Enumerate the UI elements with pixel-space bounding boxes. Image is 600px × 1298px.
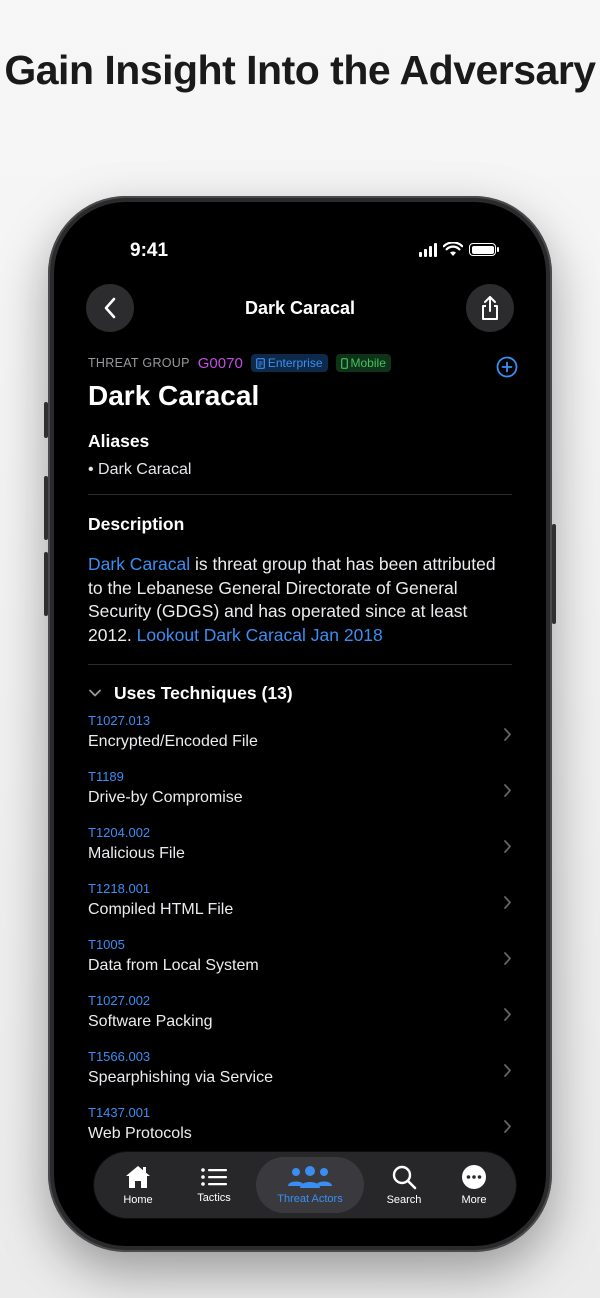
technique-row[interactable]: T1437.001 Web Protocols	[88, 1099, 512, 1155]
technique-id: T1218.001	[88, 881, 151, 896]
tab-search[interactable]: Search	[372, 1152, 436, 1218]
techniques-heading: Uses Techniques (13)	[114, 683, 293, 703]
tab-bar: Home Tactics Threat Actors Search More	[94, 1152, 516, 1218]
people-icon	[288, 1166, 332, 1188]
mobile-badge: Mobile	[335, 354, 391, 372]
technique-name: Software Packing	[88, 1013, 213, 1030]
technique-row[interactable]: T1005 Data from Local System	[88, 931, 512, 987]
cellular-signal-icon	[419, 242, 437, 257]
chevron-right-icon	[504, 1064, 511, 1077]
chevron-right-icon	[504, 896, 511, 909]
screen: 9:41 Dark Caracal THREAT GROUP G0070 Ent…	[54, 202, 546, 1246]
technique-row[interactable]: T1027.013 Encrypted/Encoded File	[88, 707, 512, 763]
phone-icon	[340, 357, 348, 369]
technique-id: T1005	[88, 937, 125, 952]
description-heading: Description	[88, 514, 185, 534]
list-icon	[201, 1168, 227, 1186]
technique-row[interactable]: T1218.001 Compiled HTML File	[88, 875, 512, 931]
technique-name: Spearphishing via Service	[88, 1069, 273, 1086]
search-icon	[392, 1165, 417, 1190]
technique-name: Malicious File	[88, 845, 185, 862]
aliases-heading: Aliases	[88, 431, 150, 451]
status-time: 9:41	[130, 240, 169, 261]
phone-frame: 9:41 Dark Caracal THREAT GROUP G0070 Ent…	[44, 196, 556, 1252]
group-id: G0070	[197, 354, 243, 372]
reference-link[interactable]: Lookout Dark Caracal Jan 2018	[137, 625, 383, 645]
home-icon	[126, 1166, 150, 1188]
chevron-right-icon	[504, 728, 511, 741]
tab-home[interactable]: Home	[106, 1152, 170, 1218]
chevron-right-icon	[504, 784, 511, 797]
group-name: Dark Caracal	[88, 380, 260, 411]
technique-id: T1437.001	[88, 1105, 151, 1120]
share-icon	[482, 296, 498, 320]
chevron-right-icon	[504, 952, 511, 965]
chevron-right-icon	[504, 1120, 511, 1133]
enterprise-badge: Enterprise	[250, 354, 328, 372]
tab-more[interactable]: More	[444, 1152, 504, 1218]
group-type-label: THREAT GROUP	[88, 356, 190, 370]
description-text: Dark Caracal is threat group that has be…	[88, 554, 496, 645]
wifi-icon	[443, 242, 463, 256]
battery-icon	[469, 243, 499, 256]
technique-id: T1566.003	[88, 1049, 151, 1064]
technique-name: Web Protocols	[88, 1125, 192, 1142]
tab-threat-actors[interactable]: Threat Actors	[256, 1157, 364, 1213]
add-icon[interactable]	[496, 356, 518, 378]
document-icon	[255, 357, 265, 369]
technique-name: Data from Local System	[88, 957, 259, 974]
technique-row[interactable]: T1027.002 Software Packing	[88, 987, 512, 1043]
share-button[interactable]	[466, 284, 514, 332]
divider	[88, 494, 512, 495]
group-name-link[interactable]: Dark Caracal	[88, 554, 190, 574]
technique-name: Drive-by Compromise	[88, 789, 243, 806]
divider	[88, 664, 512, 665]
status-bar: 9:41	[54, 240, 546, 262]
techniques-section-toggle[interactable]: Uses Techniques (13)	[88, 683, 512, 704]
techniques-list: T1027.013 Encrypted/Encoded File T1189 Driv…	[88, 707, 512, 1155]
chevron-right-icon	[504, 840, 511, 853]
chevron-right-icon	[504, 1008, 511, 1021]
more-icon	[462, 1165, 486, 1189]
chevron-down-icon	[89, 689, 101, 697]
technique-row[interactable]: T1204.002 Malicious File	[88, 819, 512, 875]
technique-id: T1204.002	[88, 825, 151, 840]
headline: Gain Insight Into the Adversary	[4, 47, 596, 93]
technique-row[interactable]: T1566.003 Spearphishing via Service	[88, 1043, 512, 1099]
technique-id: T1027.002	[88, 993, 151, 1008]
technique-row[interactable]: T1189 Drive-by Compromise	[88, 763, 512, 819]
group-meta: THREAT GROUP G0070 Enterprise Mobile	[88, 354, 518, 378]
tab-tactics[interactable]: Tactics	[182, 1152, 246, 1218]
technique-id: T1027.013	[88, 713, 151, 728]
detail-content: THREAT GROUP G0070 Enterprise Mobile Dar…	[88, 354, 518, 1155]
technique-name: Compiled HTML File	[88, 901, 234, 918]
navigation-bar: Dark Caracal	[54, 282, 546, 334]
alias-item: • Dark Caracal	[88, 461, 192, 478]
technique-name: Encrypted/Encoded File	[88, 733, 258, 750]
technique-id: T1189	[88, 769, 124, 784]
